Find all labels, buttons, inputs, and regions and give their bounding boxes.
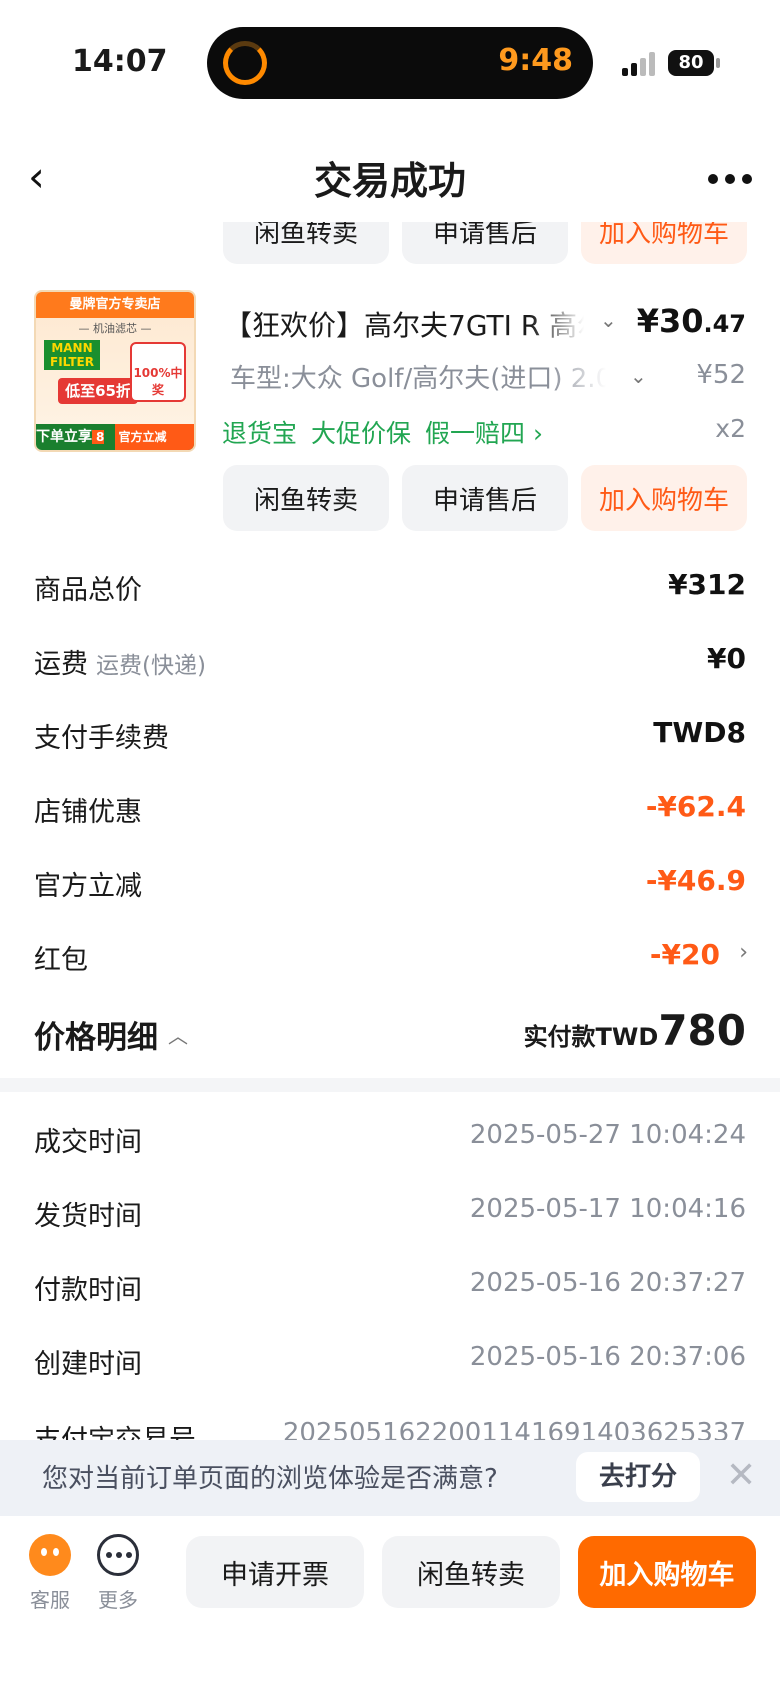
price-row-official-discount: 官方立减 -¥46.9	[34, 864, 746, 908]
discount-badge: 低至65折	[58, 378, 138, 404]
row-value: ¥312	[668, 568, 746, 601]
after-sale-button[interactable]: 申请售后	[402, 222, 568, 264]
timer-icon	[223, 41, 267, 85]
row-value: TWD8	[653, 716, 746, 749]
more-icon[interactable]	[708, 174, 752, 186]
chevron-right-icon: ›	[739, 940, 748, 965]
info-label: 成交时间	[34, 1127, 142, 1158]
service-tag: 假一赔四 ›	[425, 419, 543, 448]
row-value: -¥62.4	[645, 790, 746, 823]
battery-tip	[716, 58, 720, 68]
price-row-store-discount: 店铺优惠 -¥62.4	[34, 790, 746, 834]
chevron-down-icon[interactable]: ⌄	[600, 308, 617, 332]
info-row-deal-time: 成交时间 2025-05-27 10:04:24	[34, 1120, 746, 1160]
paid-amount: 实付款TWD780	[523, 1006, 746, 1055]
status-bar: 14:07 9:48 80	[0, 0, 780, 120]
price-row-shipping: 运费 运费(快递) ¥0	[34, 642, 746, 686]
info-row-create-time: 创建时间 2025-05-16 20:37:06	[34, 1342, 746, 1382]
info-row-pay-time: 付款时间 2025-05-16 20:37:27	[34, 1268, 746, 1308]
footer-right-tag: 官方立减15%	[114, 424, 194, 450]
customer-service-icon	[29, 1534, 71, 1576]
info-value: 2025051622001141691403625337	[282, 1418, 746, 1440]
rate-button[interactable]: 去打分	[576, 1452, 700, 1502]
product-price: ¥30.47	[636, 302, 746, 340]
info-label: 付款时间	[34, 1275, 142, 1306]
product-image-store: 曼牌官方专卖店	[36, 292, 194, 318]
info-value: 2025-05-16 20:37:06	[469, 1342, 746, 1372]
info-label: 创建时间	[34, 1349, 142, 1380]
dynamic-island[interactable]: 9:48	[207, 27, 593, 99]
row-label: 运费	[34, 649, 88, 680]
row-note: 运费(快递)	[96, 653, 206, 679]
battery-icon: 80	[668, 50, 714, 76]
price-summary: 价格明细 ︿ 实付款TWD780	[34, 1006, 746, 1056]
info-label: 发货时间	[34, 1201, 142, 1232]
row-label: 商品总价	[34, 575, 142, 606]
chevron-up-icon[interactable]: ︿	[168, 1020, 188, 1049]
more-label: 更多	[98, 1588, 138, 1612]
info-row-alipay-no[interactable]: 支付宝交易号 2025051622001141691403625337	[34, 1418, 746, 1440]
row-label: 店铺优惠	[34, 797, 142, 828]
signal-icon	[622, 52, 658, 76]
brand-logo: MANN FILTER	[44, 340, 100, 370]
price-row-red-packet[interactable]: 红包 -¥20 ›	[34, 938, 748, 982]
award-badge: 100%中奖	[130, 342, 186, 402]
add-cart-button[interactable]: 加入购物车	[581, 465, 747, 531]
info-row-ship-time: 发货时间 2025-05-17 10:04:16	[34, 1194, 746, 1234]
product-quantity: x2	[715, 414, 746, 443]
nav-bar: ‹ 交易成功	[0, 140, 780, 220]
row-label: 官方立减	[34, 871, 142, 902]
product-title[interactable]: 【狂欢价】高尔夫7GTI R 高尔夫6 7 8 机油滤芯	[224, 304, 584, 344]
row-value: -¥46.9	[645, 864, 746, 897]
info-value: 2025-05-27 10:04:24	[469, 1120, 746, 1150]
original-price: ¥52	[696, 360, 746, 390]
invoice-button[interactable]: 申请开票	[186, 1536, 364, 1608]
info-label: 支付宝交易号	[34, 1418, 196, 1440]
info-row-alipay-clip: 支付宝交易号 2025051622001141691403625337	[0, 1418, 780, 1440]
add-cart-button[interactable]: 加入购物车	[578, 1536, 756, 1608]
service-tag: 大促价保	[311, 419, 412, 448]
product-image[interactable]: 曼牌官方专卖店 — 机油滤芯 — MANN FILTER 低至65折 100%中…	[34, 290, 196, 452]
section-divider	[0, 1078, 780, 1092]
product-image-footer: 下单立享8折 官方立减15%	[36, 424, 194, 450]
page-title: 交易成功	[313, 159, 466, 203]
info-value: 2025-05-17 10:04:16	[469, 1194, 746, 1224]
bottom-action-bar: 客服 更多 申请开票 闲鱼转卖 加入购物车	[0, 1516, 780, 1696]
resell-button[interactable]: 闲鱼转卖	[223, 465, 389, 531]
chevron-down-icon[interactable]: ⌄	[630, 364, 647, 388]
row-label: 红包	[34, 945, 88, 976]
survey-banner: 您对当前订单页面的浏览体验是否满意? 去打分 ✕	[0, 1440, 780, 1516]
price-row-fee: 支付手续费 TWD8	[34, 716, 746, 760]
survey-question: 您对当前订单页面的浏览体验是否满意?	[42, 1464, 498, 1494]
row-value: -¥20	[649, 938, 720, 971]
footer-left-tag: 下单立享	[36, 429, 92, 445]
close-icon[interactable]: ✕	[726, 1454, 756, 1498]
status-time: 14:07	[72, 44, 168, 79]
resell-button[interactable]: 闲鱼转卖	[382, 1536, 560, 1608]
product-image-subtitle: — 机油滤芯 —	[78, 322, 152, 335]
info-value: 2025-05-16 20:37:27	[469, 1268, 746, 1298]
price-detail-title[interactable]: 价格明细	[34, 1012, 158, 1057]
add-cart-button[interactable]: 加入购物车	[581, 222, 747, 264]
resell-button[interactable]: 闲鱼转卖	[223, 222, 389, 264]
more-circle-icon	[97, 1534, 139, 1576]
island-timer-value: 9:48	[498, 43, 573, 78]
price-row-total: 商品总价 ¥312	[34, 568, 746, 612]
row-value: ¥0	[707, 642, 746, 675]
product-sku[interactable]: 车型:大众 Golf/高尔夫(进口) 2.0T	[230, 358, 606, 394]
previous-item-actions: 闲鱼转卖 申请售后 加入购物车	[0, 222, 780, 264]
customer-service-label: 客服	[30, 1588, 70, 1612]
service-tag: 退货宝	[222, 419, 298, 448]
row-label: 支付手续费	[34, 723, 169, 754]
customer-service[interactable]: 客服	[20, 1534, 80, 1613]
service-tags[interactable]: 退货宝 大促价保 假一赔四 ›	[222, 414, 557, 450]
more-menu[interactable]: 更多	[88, 1534, 148, 1613]
after-sale-button[interactable]: 申请售后	[402, 465, 568, 531]
